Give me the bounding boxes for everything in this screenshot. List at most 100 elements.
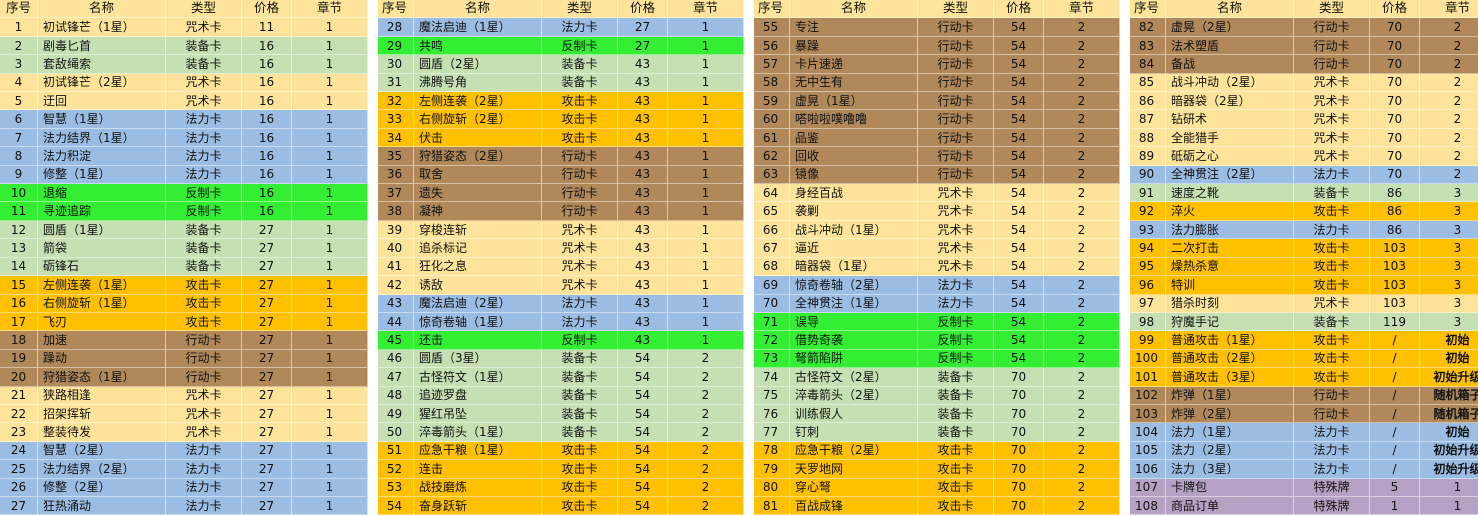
table-row[interactable]: 14 砺锋石 装备卡 27 1 — [0, 257, 368, 277]
cell-type[interactable]: 攻击卡 — [542, 460, 618, 479]
cell-chapter[interactable]: 1 — [668, 128, 744, 148]
cell-chapter[interactable]: 1 — [668, 18, 744, 37]
table-row[interactable]: 37 遗失 行动卡 43 1 — [376, 184, 744, 203]
cell-name[interactable]: 智慧（1星） — [38, 110, 166, 129]
cell-seq[interactable]: 98 — [1128, 312, 1166, 332]
table-row[interactable]: 74 古怪符文（2星） 装备卡 70 2 — [752, 368, 1120, 387]
cell-seq[interactable]: 59 — [752, 92, 790, 111]
cell-chapter[interactable]: 1 — [292, 184, 368, 203]
table-row[interactable]: 18 加速 行动卡 27 1 — [0, 331, 368, 350]
cell-type[interactable]: 法力卡 — [166, 496, 242, 516]
header-price[interactable]: 价格 — [242, 0, 292, 19]
table-row[interactable]: 11 寻迹追踪 反制卡 16 1 — [0, 202, 368, 221]
cell-chapter[interactable]: 3 — [1420, 220, 1478, 240]
cell-seq[interactable]: 51 — [376, 441, 414, 461]
cell-seq[interactable]: 26 — [0, 478, 38, 497]
cell-chapter[interactable]: 2 — [1044, 239, 1120, 258]
header-seq[interactable]: 序号 — [752, 0, 790, 19]
cell-type[interactable]: 咒术卡 — [1294, 147, 1370, 166]
cell-seq[interactable]: 20 — [0, 368, 38, 387]
cell-chapter[interactable]: 1 — [292, 73, 368, 93]
cell-chapter[interactable]: 2 — [1044, 386, 1120, 405]
table-row[interactable]: 3 套敌绳索 装备卡 16 1 — [0, 55, 368, 74]
cell-type[interactable]: 反制卡 — [918, 349, 994, 369]
cell-type[interactable]: 装备卡 — [542, 368, 618, 387]
cell-type[interactable]: 咒术卡 — [542, 220, 618, 240]
cell-chapter[interactable]: 2 — [1044, 460, 1120, 479]
cell-price[interactable]: 70 — [1370, 18, 1420, 37]
cell-name[interactable]: 飞刃 — [38, 312, 166, 332]
cell-seq[interactable]: 106 — [1128, 460, 1166, 479]
cell-price[interactable]: 70 — [1370, 73, 1420, 93]
table-row[interactable]: 46 圆盾（3星） 装备卡 54 2 — [376, 349, 744, 369]
table-row[interactable]: 104 法力（1星） 法力卡 / 初始 — [1128, 423, 1478, 442]
cell-seq[interactable]: 36 — [376, 165, 414, 185]
cell-price[interactable]: 1 — [1370, 496, 1420, 516]
header-type[interactable]: 类型 — [166, 0, 242, 19]
cell-chapter[interactable]: 1 — [292, 331, 368, 350]
cell-name[interactable]: 魔法启迪（1星） — [414, 18, 542, 37]
cell-price[interactable]: 54 — [994, 73, 1044, 93]
header-chapter[interactable]: 章节 — [1044, 0, 1120, 19]
cell-name[interactable]: 智慧（2星） — [38, 441, 166, 461]
cell-name[interactable]: 惊奇卷轴（1星） — [414, 312, 542, 332]
header-name[interactable]: 名称 — [38, 0, 166, 19]
table-row[interactable]: 39 穿梭连斩 咒术卡 43 1 — [376, 220, 744, 240]
cell-type[interactable]: 行动卡 — [918, 36, 994, 56]
table-row[interactable]: 72 借势奇袭 反制卡 54 2 — [752, 331, 1120, 350]
cell-type[interactable]: 装备卡 — [542, 423, 618, 442]
table-row[interactable]: 33 右侧旋斩（2星） 攻击卡 43 1 — [376, 110, 744, 129]
cell-name[interactable]: 全能猎手 — [1166, 128, 1294, 148]
cell-seq[interactable]: 69 — [752, 276, 790, 295]
cell-name[interactable]: 法术塑盾 — [1166, 36, 1294, 56]
cell-seq[interactable]: 67 — [752, 239, 790, 258]
cell-price[interactable]: 70 — [994, 460, 1044, 479]
cell-chapter[interactable]: 1 — [668, 331, 744, 350]
cell-chapter[interactable]: 1 — [292, 239, 368, 258]
cell-chapter[interactable]: 初始升级 — [1420, 460, 1478, 479]
cell-seq[interactable]: 97 — [1128, 294, 1166, 313]
cell-price[interactable]: 43 — [618, 276, 668, 295]
cell-seq[interactable]: 22 — [0, 404, 38, 424]
cell-chapter[interactable]: 2 — [1044, 349, 1120, 369]
cell-seq[interactable]: 64 — [752, 184, 790, 203]
cell-name[interactable]: 狩猎姿态（1星） — [38, 368, 166, 387]
cell-price[interactable]: 54 — [994, 18, 1044, 37]
table-row[interactable]: 44 惊奇卷轴（1星） 法力卡 43 1 — [376, 312, 744, 332]
cell-chapter[interactable]: 2 — [1044, 294, 1120, 313]
cell-type[interactable]: 行动卡 — [166, 331, 242, 350]
cell-chapter[interactable]: 2 — [668, 368, 744, 387]
cell-seq[interactable]: 100 — [1128, 349, 1166, 369]
cell-seq[interactable]: 47 — [376, 368, 414, 387]
cell-price[interactable]: 27 — [242, 220, 292, 240]
cell-seq[interactable]: 4 — [0, 73, 38, 93]
table-row[interactable]: 29 共鸣 反制卡 27 1 — [376, 36, 744, 56]
cell-chapter[interactable]: 2 — [1044, 257, 1120, 277]
cell-price[interactable]: 43 — [618, 202, 668, 221]
cell-price[interactable]: 70 — [1370, 55, 1420, 74]
cell-price[interactable]: 43 — [618, 110, 668, 129]
cell-chapter[interactable]: 1 — [668, 147, 744, 166]
cell-name[interactable]: 圆盾（2星） — [414, 55, 542, 74]
cell-seq[interactable]: 96 — [1128, 276, 1166, 295]
table-row[interactable]: 69 惊奇卷轴（2星） 法力卡 54 2 — [752, 276, 1120, 295]
cell-seq[interactable]: 91 — [1128, 184, 1166, 203]
table-row[interactable]: 54 奋身跃斩 攻击卡 54 2 — [376, 496, 744, 516]
cell-type[interactable]: 装备卡 — [542, 73, 618, 93]
cell-chapter[interactable]: 1 — [668, 184, 744, 203]
cell-chapter[interactable]: 2 — [1044, 496, 1120, 516]
cell-chapter[interactable]: 1 — [292, 110, 368, 129]
cell-chapter[interactable]: 2 — [1044, 36, 1120, 56]
cell-type[interactable]: 反制卡 — [166, 184, 242, 203]
cell-name[interactable]: 钉刺 — [790, 423, 918, 442]
cell-chapter[interactable]: 2 — [1044, 312, 1120, 332]
cell-name[interactable]: 惊奇卷轴（2星） — [790, 276, 918, 295]
cell-name[interactable]: 备战 — [1166, 55, 1294, 74]
table-row[interactable]: 43 魔法启迪（2星） 法力卡 43 1 — [376, 294, 744, 313]
table-row[interactable]: 90 全神贯注（2星） 法力卡 70 2 — [1128, 165, 1478, 185]
cell-chapter[interactable]: 2 — [1044, 331, 1120, 350]
cell-price[interactable]: 54 — [994, 276, 1044, 295]
cell-name[interactable]: 沸腾号角 — [414, 73, 542, 93]
cell-seq[interactable]: 81 — [752, 496, 790, 516]
cell-type[interactable]: 咒术卡 — [1294, 294, 1370, 313]
